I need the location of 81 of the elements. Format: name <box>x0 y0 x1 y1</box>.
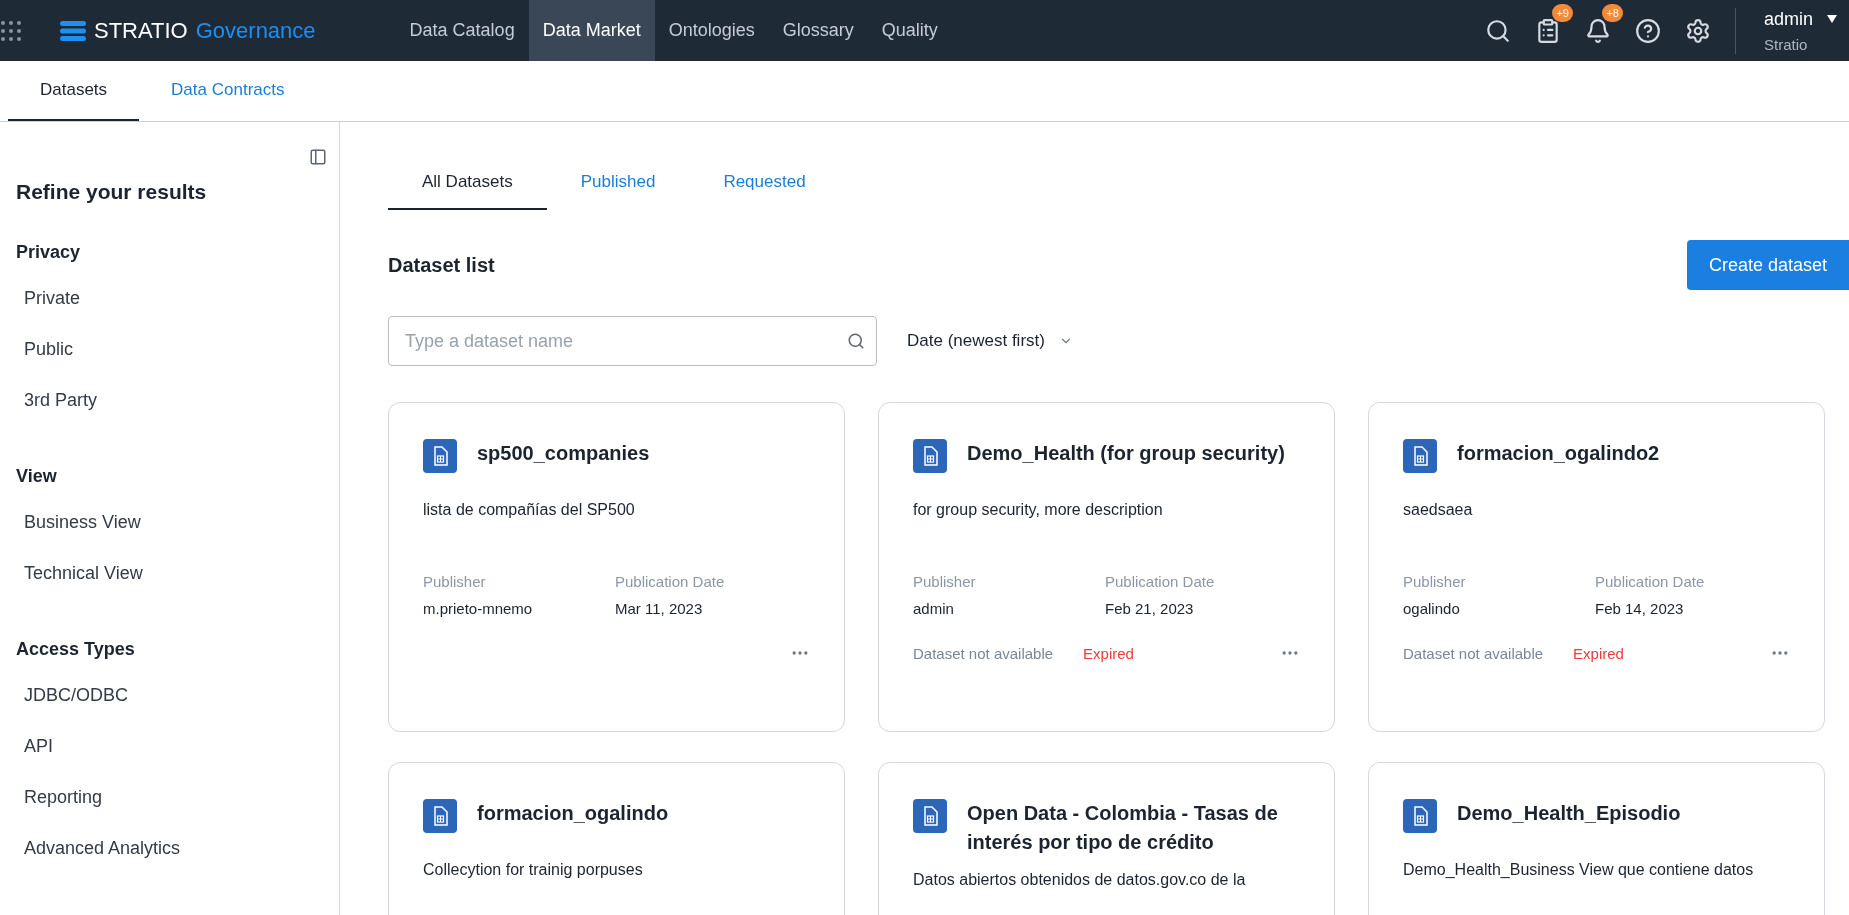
field-label: Publisher <box>423 573 487 590</box>
tab[interactable]: Requested <box>689 172 840 210</box>
publisher-value: m.prieto-mnemo <box>423 600 534 617</box>
search-field[interactable]: Type a dataset name <box>388 316 877 366</box>
user-organization: Stratio <box>1763 35 1809 53</box>
panel-toggle-icon[interactable] <box>309 148 327 166</box>
file-icon <box>913 439 947 473</box>
filter-heading: Privacy <box>16 242 82 263</box>
filter-item[interactable]: Public <box>16 324 339 375</box>
availability-text: Dataset not available <box>913 644 1054 662</box>
dataset-card[interactable]: Demo_Health (for group security) for group security, more description Publisher Publication Date admin Feb 21, 2023 Dataset not available Expired <box>878 402 1335 732</box>
tab[interactable]: All Datasets <box>388 172 547 210</box>
bell-icon[interactable] <box>1584 17 1611 44</box>
create-dataset-button[interactable]: Create dataset <box>1686 240 1849 290</box>
product-name: Governance <box>195 17 316 44</box>
publisher-value: admin <box>913 600 955 617</box>
dataset-card[interactable]: Demo_Health_Episodio Demo_Health_Business View que contiene datos <box>1368 762 1825 915</box>
field-label: Publication Date <box>615 573 726 590</box>
file-icon <box>1403 439 1437 473</box>
filter-item[interactable]: Reporting <box>16 772 339 823</box>
sidebar-title: Refine your results <box>16 180 208 204</box>
dataset-card[interactable]: sp500_companies lista de compañías del SP500 Publisher Publication Date m.prieto-mnemo Mar 11, 2023 <box>388 402 845 732</box>
nav-item[interactable]: Glossary <box>768 0 868 61</box>
search-icon[interactable] <box>1484 17 1511 44</box>
file-icon <box>1403 799 1437 833</box>
dataset-title[interactable]: Demo_Health_Episodio <box>1457 799 1681 828</box>
help-icon[interactable] <box>1634 17 1661 44</box>
file-icon <box>913 799 947 833</box>
dataset-title[interactable]: formacion_ogalindo2 <box>1457 439 1660 468</box>
field-label: Publisher <box>913 573 977 590</box>
dataset-description: Collecytion for trainig porpuses <box>423 861 644 880</box>
filter-item[interactable]: Advanced Analytics <box>16 823 339 874</box>
sort-dropdown[interactable]: Date (newest first) <box>907 331 1073 351</box>
filter-item[interactable]: API <box>16 721 339 772</box>
settings-icon[interactable] <box>1684 17 1711 44</box>
dataset-title[interactable]: formacion_ogalindo <box>477 799 669 828</box>
section-title: Dataset list <box>388 253 495 277</box>
dataset-title[interactable]: Open Data - Colombia - Tasas de interés por tipo de crédito <box>967 799 1300 857</box>
field-label: Publisher <box>1403 573 1467 590</box>
nav-item[interactable]: Quality <box>867 0 952 61</box>
status-label: Expired <box>1083 644 1134 662</box>
file-icon <box>423 799 457 833</box>
sub-tab[interactable]: Data Contracts <box>139 61 317 121</box>
brand-name: STRATIO <box>94 17 188 44</box>
filter-heading: Access Types <box>16 639 136 660</box>
field-label: Publication Date <box>1105 573 1216 590</box>
dataset-card[interactable]: Open Data - Colombia - Tasas de interés por tipo de crédito Datos abiertos obtenidos de datos.gov.co de la <box>878 762 1335 915</box>
filter-item[interactable]: 3rd Party <box>16 375 339 426</box>
filter-item[interactable]: Business View <box>16 497 339 548</box>
dataset-description: saedsaea <box>1403 501 1474 520</box>
caret-icon[interactable] <box>1827 15 1837 23</box>
tab[interactable]: Published <box>546 172 690 210</box>
count-badge: +8 <box>1602 3 1623 22</box>
dataset-description: Datos abiertos obtenidos de datos.gov.co de la <box>913 871 1247 890</box>
dataset-title[interactable]: sp500_companies <box>477 439 650 468</box>
dataset-card[interactable]: formacion_ogalindo Collecytion for trainig porpuses <box>388 762 845 915</box>
dataset-description: for group security, more description <box>913 501 1164 520</box>
dataset-description: lista de compañías del SP500 <box>423 501 636 520</box>
date-value: Feb 14, 2023 <box>1595 600 1685 617</box>
availability-text: Dataset not available <box>1403 644 1544 662</box>
dataset-description: Demo_Health_Business View que contiene datos <box>1403 861 1755 880</box>
count-badge: +9 <box>1552 3 1573 22</box>
filter-item[interactable]: Technical View <box>16 548 339 599</box>
logo-icon <box>60 19 86 42</box>
filter-item[interactable]: Private <box>16 273 339 324</box>
file-icon <box>423 439 457 473</box>
date-value: Feb 21, 2023 <box>1105 600 1195 617</box>
sub-tab[interactable]: Datasets <box>8 61 140 121</box>
filter-heading: View <box>16 466 58 487</box>
publisher-value: ogalindo <box>1403 600 1461 617</box>
dataset-title[interactable]: Demo_Health (for group security) <box>967 439 1285 468</box>
date-value: Mar 11, 2023 <box>615 600 704 617</box>
nav-item[interactable]: Data Market <box>528 0 655 61</box>
dataset-card[interactable]: formacion_ogalindo2 saedsaea Publisher Publication Date ogalindo Feb 14, 2023 Dataset not available Expired <box>1368 402 1825 732</box>
search-icon <box>847 332 865 350</box>
status-label: Expired <box>1573 644 1624 662</box>
nav-item[interactable]: Data Catalog <box>395 0 529 61</box>
field-label: Publication Date <box>1595 573 1706 590</box>
filter-item[interactable]: JDBC/ODBC <box>16 670 339 721</box>
user-name[interactable]: admin <box>1763 8 1813 30</box>
nav-item[interactable]: Ontologies <box>654 0 769 61</box>
